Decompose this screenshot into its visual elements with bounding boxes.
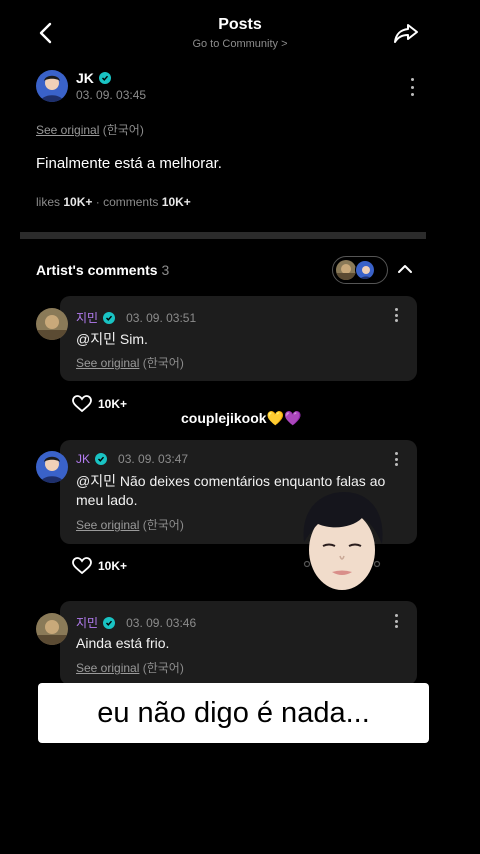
face-sticker [303, 492, 383, 590]
comment-author[interactable]: 지민 03. 09. 03:46 [76, 614, 196, 631]
chevron-up-icon[interactable] [396, 260, 414, 278]
watermark-text: couplejikook💛💜 [181, 410, 302, 426]
comment-text: Ainda está frio. [76, 634, 406, 653]
kebab-menu-icon[interactable] [393, 614, 399, 628]
kebab-menu-icon[interactable] [393, 308, 399, 322]
video-caption: eu não digo é nada... [38, 683, 429, 743]
like-button[interactable]: 10K+ [72, 557, 127, 575]
kebab-menu-icon[interactable] [409, 78, 415, 96]
comment-date: 03. 09. 03:46 [126, 615, 197, 630]
comment-author-avatar[interactable] [36, 613, 68, 645]
comment-author-name: 지민 [76, 616, 99, 630]
mini-avatar [355, 260, 375, 280]
heart-icon [72, 395, 92, 413]
comment-see-original[interactable]: See original (한국어) [76, 516, 184, 533]
comments-count: 10K+ [161, 195, 191, 209]
artist-avatars-stack[interactable] [332, 256, 388, 284]
heart-icon [72, 557, 92, 575]
like-count: 10K+ [98, 397, 128, 411]
comment-author-name: JK [76, 452, 91, 466]
top-bar: Posts Go to Community > [0, 0, 480, 62]
comment-date: 03. 09. 03:47 [118, 452, 189, 466]
artist-comments-title: Artist's comments 3 [36, 262, 169, 278]
language-label: (한국어) [142, 661, 184, 675]
see-original-link[interactable]: See original [76, 356, 139, 370]
mention[interactable]: @지민 [76, 473, 116, 489]
comments-label: · comments [95, 195, 159, 209]
comment-see-original[interactable]: See original (한국어) [76, 354, 184, 371]
section-divider [20, 232, 426, 239]
comment-see-original[interactable]: See original (한국어) [76, 659, 184, 676]
comment-date: 03. 09. 03:51 [126, 310, 197, 325]
comment-author[interactable]: 지민 03. 09. 03:51 [76, 309, 196, 326]
comment-author-avatar[interactable] [36, 451, 68, 483]
verified-icon [98, 72, 111, 84]
likes-count: 10K+ [63, 195, 93, 209]
comment-author[interactable]: JK 03. 09. 03:47 [76, 452, 188, 466]
comment-body: Sim. [119, 331, 148, 347]
mention[interactable]: @지민 [76, 331, 116, 347]
post-date: 03. 09. 03:45 [76, 88, 147, 102]
share-icon[interactable] [392, 20, 420, 46]
like-button[interactable]: 10K+ [72, 395, 127, 413]
likes-label: likes [36, 195, 61, 209]
kebab-menu-icon[interactable] [393, 452, 399, 466]
artist-comments-count: 3 [161, 262, 170, 278]
post-body: Finalmente está a melhorar. [36, 155, 222, 172]
language-label: (한국어) [102, 123, 144, 137]
post-see-original[interactable]: See original (한국어) [36, 121, 144, 138]
like-count: 10K+ [98, 559, 128, 573]
language-label: (한국어) [142, 356, 184, 370]
post-author-avatar[interactable] [36, 70, 68, 102]
verified-icon [103, 311, 116, 324]
comment-author-name: 지민 [76, 311, 99, 325]
post-stats: likes 10K+ · comments 10K+ [36, 195, 191, 209]
verified-icon [103, 616, 116, 629]
verified-icon [95, 453, 108, 465]
post-author[interactable]: JK [76, 70, 111, 86]
language-label: (한국어) [142, 518, 184, 532]
see-original-link[interactable]: See original [76, 661, 139, 675]
see-original-link[interactable]: See original [76, 518, 139, 532]
artist-comments-label: Artist's comments [36, 262, 158, 278]
post-author-name: JK [76, 70, 94, 86]
see-original-link[interactable]: See original [36, 123, 99, 137]
comment-body: Ainda está frio. [76, 635, 170, 651]
mini-avatar [336, 260, 356, 280]
comment-text: @지민 Sim. [76, 330, 406, 349]
comment-author-avatar[interactable] [36, 308, 68, 340]
